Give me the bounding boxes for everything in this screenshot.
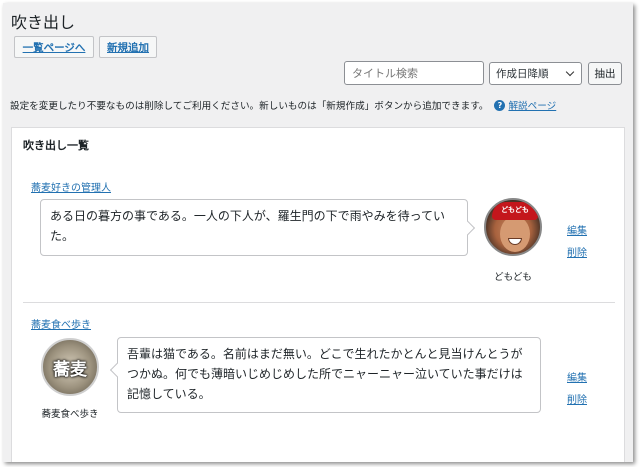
avatar-text: 蕎麦 xyxy=(53,359,87,380)
divider xyxy=(23,302,615,303)
bubble-tail xyxy=(109,362,125,378)
sort-select-value: 作成日降順 xyxy=(496,68,549,80)
notice: 設定を変更したり不要なものは削除してご利用ください。新しいものは「新規作成」ボタ… xyxy=(10,98,630,112)
speech-bubble: 吾輩は猫である。名前はまだ無い。どこで生れたかとんと見当けんとうがつかぬ。何でも… xyxy=(109,337,541,413)
help-icon: ? xyxy=(494,99,506,111)
avatar: 蕎麦 xyxy=(41,338,99,396)
page-title: 吹き出し xyxy=(11,13,76,32)
author-link[interactable]: 蕎麦食べ歩き xyxy=(31,316,91,331)
balloon-list-panel: 吹き出し一覧 蕎麦好きの管理人 ある日の暮方の事である。一人の下人が、羅生門の下… xyxy=(11,127,625,462)
edit-link[interactable]: 編集 xyxy=(567,369,587,384)
bubble-text: ある日の暮方の事である。一人の下人が、羅生門の下で雨やみを待っていた。 xyxy=(50,209,446,243)
speech-bubble: ある日の暮方の事である。一人の下人が、羅生門の下で雨やみを待っていた。 xyxy=(40,199,476,256)
bubble-text: 吾輩は猫である。名前はまだ無い。どこで生れたかとんと見当けんとうがつかぬ。何でも… xyxy=(127,347,523,401)
panel-title: 吹き出し一覧 xyxy=(23,139,89,152)
author-link[interactable]: 蕎麦好きの管理人 xyxy=(31,179,111,194)
avatar-name: 蕎麦食べ歩き xyxy=(41,409,99,420)
chevron-down-icon xyxy=(565,67,575,77)
edit-link[interactable]: 編集 xyxy=(567,222,587,237)
delete-link[interactable]: 削除 xyxy=(567,391,587,406)
sort-select[interactable]: 作成日降順 xyxy=(489,62,582,85)
filter-button[interactable]: 抽出 xyxy=(588,62,622,85)
add-new-button[interactable]: 新規追加 xyxy=(99,36,157,58)
help-link[interactable]: 解説ページ xyxy=(508,98,556,112)
notice-text: 設定を変更したり不要なものは削除してご利用ください。新しいものは「新規作成」ボタ… xyxy=(10,101,489,112)
avatar: どもども xyxy=(484,198,542,256)
delete-link[interactable]: 削除 xyxy=(567,244,587,259)
avatar-cap: どもども xyxy=(492,202,538,220)
avatar-face xyxy=(500,216,530,252)
search-input[interactable] xyxy=(344,61,484,85)
window: 吹き出し 一覧ページへ 新規追加 作成日降順 抽出 設定を変更したり不要なものは… xyxy=(3,3,633,462)
bubble-tail xyxy=(460,220,476,236)
list-page-button[interactable]: 一覧ページへ xyxy=(14,36,94,58)
avatar-name: どもども xyxy=(494,272,532,283)
